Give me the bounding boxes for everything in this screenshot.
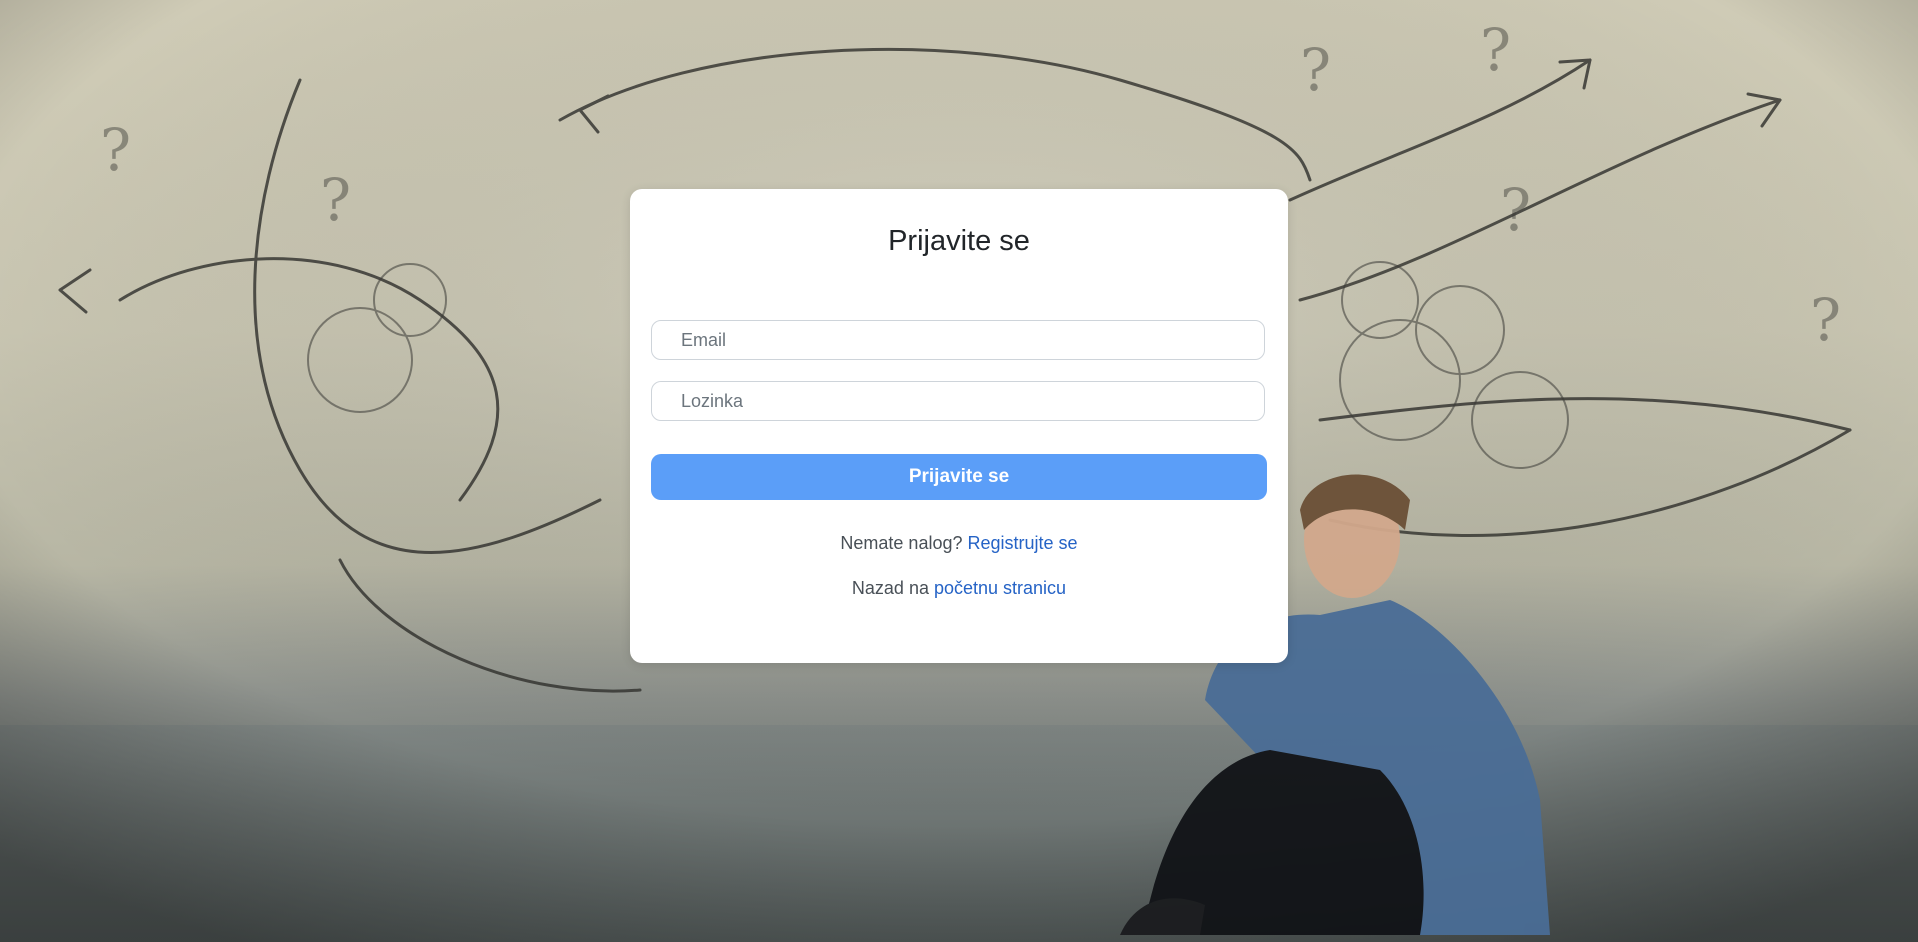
page-title: Prijavite se <box>888 225 1030 257</box>
login-page: ? ? ? ? ? ? Prijavite se Prijavite se Ne… <box>0 0 1918 942</box>
svg-text:?: ? <box>1810 286 1841 354</box>
email-field[interactable] <box>651 320 1265 360</box>
home-prompt-text: Nazad na <box>851 578 929 598</box>
register-prompt-line: Nemate nalog? Registrujte se <box>630 533 1288 554</box>
register-prompt-text: Nemate nalog? <box>840 533 963 553</box>
svg-text:?: ? <box>320 166 351 234</box>
svg-text:?: ? <box>1300 36 1331 104</box>
svg-text:?: ? <box>1480 16 1511 84</box>
password-field[interactable] <box>651 381 1265 421</box>
login-card: Prijavite se Prijavite se Nemate nalog? … <box>630 189 1288 663</box>
login-button[interactable]: Prijavite se <box>651 454 1267 500</box>
svg-text:?: ? <box>100 116 131 184</box>
svg-text:?: ? <box>1500 176 1531 244</box>
home-link[interactable]: početnu stranicu <box>934 578 1066 598</box>
home-prompt-line: Nazad na početnu stranicu <box>630 578 1288 599</box>
register-link[interactable]: Registrujte se <box>968 533 1078 553</box>
